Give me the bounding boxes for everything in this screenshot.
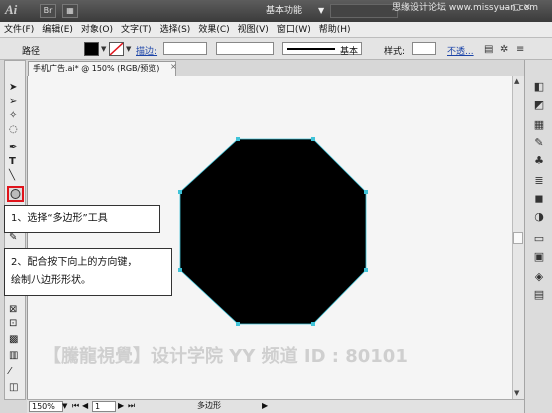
step2-line2: 绘制八边形形状。	[11, 275, 91, 286]
layers-panel-icon[interactable]: ◈	[532, 270, 546, 284]
next-artboard-icon[interactable]: ▶	[118, 401, 124, 410]
status-menu-icon[interactable]: ▶	[262, 401, 268, 410]
brushes-panel-icon[interactable]: ✎	[532, 136, 546, 150]
direct-selection-tool-icon[interactable]: ➢	[9, 96, 17, 107]
pen-tool-icon[interactable]: ✒	[9, 142, 17, 153]
selection-tool-icon[interactable]: ➤	[9, 82, 17, 93]
chevron-down-icon[interactable]: ▼	[62, 402, 67, 410]
menu-window[interactable]: 窗口(W)	[273, 22, 315, 37]
scroll-thumb[interactable]	[513, 232, 523, 244]
stroke-swatch[interactable]	[109, 42, 124, 56]
type-tool-icon[interactable]: T	[9, 156, 16, 167]
step1-callout: 1、选择“多边形”工具	[4, 205, 160, 233]
menu-file[interactable]: 文件(F)	[0, 22, 38, 37]
scroll-up-icon[interactable]: ▲	[514, 77, 519, 85]
brush-name-label: 基本	[340, 47, 359, 57]
menu-select[interactable]: 选择(S)	[156, 22, 195, 37]
appearance-panel-icon[interactable]: ▭	[532, 232, 546, 246]
eyedropper-icon[interactable]: ⁄	[9, 366, 11, 377]
document-setup-icon[interactable]: ▤	[484, 44, 493, 55]
prev-artboard-icon[interactable]: ◀	[82, 401, 88, 410]
fill-swatch[interactable]	[84, 42, 99, 56]
chevron-down-icon[interactable]: ▼	[126, 45, 131, 53]
close-icon[interactable]: ×	[170, 62, 177, 71]
workspace-switcher[interactable]: 基本功能	[266, 4, 320, 18]
swatches-panel-icon[interactable]: ▦	[532, 118, 546, 132]
opacity-label[interactable]: 不透...	[447, 44, 474, 57]
arrange-documents-icon[interactable]: ▦	[62, 4, 78, 18]
color-panel-icon[interactable]: ◧	[532, 80, 546, 94]
gradient-tool-icon[interactable]: ▥	[9, 350, 18, 361]
zoom-level-field[interactable]: 150%	[29, 401, 63, 412]
variable-width-profile[interactable]	[216, 42, 274, 55]
shape-builder-icon[interactable]: ⊡	[9, 318, 17, 329]
graphic-styles-icon[interactable]: ▣	[532, 250, 546, 264]
lasso-tool-icon[interactable]: ◌	[9, 124, 18, 135]
recolor-icon[interactable]: ✲	[500, 44, 508, 55]
symbols-panel-icon[interactable]: ♣	[532, 154, 546, 168]
menu-effect[interactable]: 效果(C)	[194, 22, 233, 37]
scroll-down-icon[interactable]: ▼	[514, 389, 519, 397]
current-tool-status: 多边形	[197, 401, 221, 410]
width-tool-icon[interactable]: ⊠	[9, 304, 17, 315]
illustrator-logo: Ai	[5, 2, 18, 17]
menu-object[interactable]: 对象(O)	[77, 22, 117, 37]
canvas-watermark: 【騰龍視覺】设计学院 YY 频道 ID : 80101	[43, 346, 408, 367]
transparency-panel-icon[interactable]: ◑	[532, 210, 546, 224]
last-artboard-icon[interactable]: ⏭	[128, 401, 135, 411]
mesh-tool-icon[interactable]: ▩	[9, 334, 18, 345]
menu-bar: 文件(F) 编辑(E) 对象(O) 文字(T) 选择(S) 效果(C) 视图(V…	[0, 22, 552, 38]
selection-type-label: 路径	[22, 47, 41, 57]
polygon-tool-highlight[interactable]	[7, 186, 24, 202]
menu-type[interactable]: 文字(T)	[117, 22, 156, 37]
search-field[interactable]	[330, 4, 398, 18]
menu-view[interactable]: 视图(V)	[234, 22, 273, 37]
first-artboard-icon[interactable]: ⏮	[72, 401, 79, 411]
polygon-tool-icon	[10, 189, 21, 199]
stroke-weight-field[interactable]	[163, 42, 207, 55]
symbol-sprayer-icon[interactable]: ◫	[9, 382, 18, 393]
stroke-weight-label[interactable]: 描边:	[136, 44, 157, 57]
magic-wand-icon[interactable]: ✧	[9, 110, 17, 121]
step2-callout: 2、配合按下向上的方向键， 绘制八边形形状。	[4, 248, 172, 296]
graphic-style-label: 样式:	[384, 47, 406, 57]
eraser-tool-icon[interactable]: ✎	[9, 232, 17, 243]
chevron-down-icon[interactable]: ▼	[101, 45, 106, 53]
artboard-number-field[interactable]: 1	[92, 401, 116, 412]
stroke-panel-icon[interactable]: ≣	[532, 174, 546, 188]
line-tool-icon[interactable]: ╲	[9, 170, 15, 181]
step2-line1: 2、配合按下向上的方向键，	[11, 257, 138, 268]
window-controls[interactable]: — ▢ ✕	[500, 2, 531, 14]
artboards-panel-icon[interactable]: ▤	[532, 288, 546, 302]
menu-edit[interactable]: 编辑(E)	[38, 22, 77, 37]
panel-menu-icon[interactable]: ≡	[516, 44, 524, 55]
document-tab[interactable]: 手机广告.ai* @ 150% (RGB/预览)	[28, 61, 176, 76]
color-guide-icon[interactable]: ◩	[532, 98, 546, 112]
bridge-icon[interactable]: Br	[40, 4, 56, 18]
menu-help[interactable]: 帮助(H)	[315, 22, 355, 37]
graphic-style-picker[interactable]	[412, 42, 436, 55]
chevron-down-icon[interactable]: ▼	[318, 4, 324, 18]
gradient-panel-icon[interactable]: ◼	[532, 192, 546, 206]
